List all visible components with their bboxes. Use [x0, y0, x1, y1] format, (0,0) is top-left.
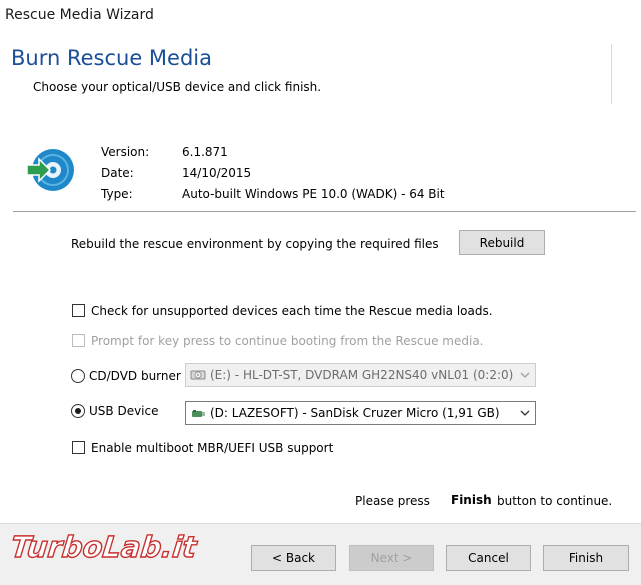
next-button[interactable]: Next >: [349, 545, 434, 571]
usb-device-value: (D: LAZESOFT) - SanDisk Cruzer Micro (1,…: [210, 406, 500, 420]
window-title: Rescue Media Wizard: [5, 7, 154, 23]
rescue-cd-icon: [25, 145, 77, 195]
multiboot-checkbox[interactable]: [72, 441, 85, 454]
chevron-down-icon: [515, 364, 535, 386]
optical-drive-icon: [190, 367, 206, 383]
chevron-down-icon: [515, 402, 535, 424]
version-value: 6.1.871: [182, 145, 228, 159]
page-subtitle: Choose your optical/USB device and click…: [33, 80, 322, 94]
footer-separator: [0, 523, 641, 524]
cd-dvd-radio[interactable]: [71, 369, 85, 383]
usb-device-radio[interactable]: [71, 404, 85, 418]
hint-prefix: Please press: [355, 494, 430, 508]
hint-bold: Finish: [451, 493, 492, 507]
prompt-keypress-checkbox[interactable]: [72, 334, 85, 347]
rebuild-text: Rebuild the rescue environment by copyin…: [71, 237, 439, 251]
version-label: Version:: [101, 145, 150, 159]
date-value: 14/10/2015: [182, 166, 252, 180]
info-separator: [13, 211, 636, 212]
type-value: Auto-built Windows PE 10.0 (WADK) - 64 B…: [182, 187, 445, 201]
cd-dvd-device-value: (E:) - HL-DT-ST, DVDRAM GH22NS40 vNL01 (…: [210, 368, 514, 382]
usb-drive-icon: [190, 405, 206, 421]
back-button[interactable]: < Back: [251, 545, 336, 571]
svg-text:TurboLab.it: TurboLab.it: [10, 530, 199, 564]
date-label: Date:: [101, 166, 134, 180]
multiboot-label[interactable]: Enable multiboot MBR/UEFI USB support: [91, 441, 333, 455]
header-divider: [611, 44, 612, 104]
rebuild-button[interactable]: Rebuild: [459, 230, 545, 255]
hint-suffix: button to continue.: [497, 494, 613, 508]
prompt-keypress-label: Prompt for key press to continue booting…: [91, 334, 484, 348]
usb-device-select[interactable]: (D: LAZESOFT) - SanDisk Cruzer Micro (1,…: [185, 401, 536, 425]
cancel-button[interactable]: Cancel: [446, 545, 531, 571]
check-unsupported-label[interactable]: Check for unsupported devices each time …: [91, 304, 493, 318]
radio-selected-dot: [75, 408, 81, 414]
finish-button[interactable]: Finish: [543, 545, 629, 571]
check-unsupported-checkbox[interactable]: [72, 304, 85, 317]
cd-dvd-label[interactable]: CD/DVD burner: [89, 369, 181, 383]
type-label: Type:: [101, 187, 133, 201]
usb-device-label[interactable]: USB Device: [89, 404, 159, 418]
page-title: Burn Rescue Media: [11, 46, 212, 70]
cd-dvd-device-select[interactable]: (E:) - HL-DT-ST, DVDRAM GH22NS40 vNL01 (…: [185, 363, 536, 387]
turbolab-watermark: TurboLab.it: [9, 529, 236, 565]
